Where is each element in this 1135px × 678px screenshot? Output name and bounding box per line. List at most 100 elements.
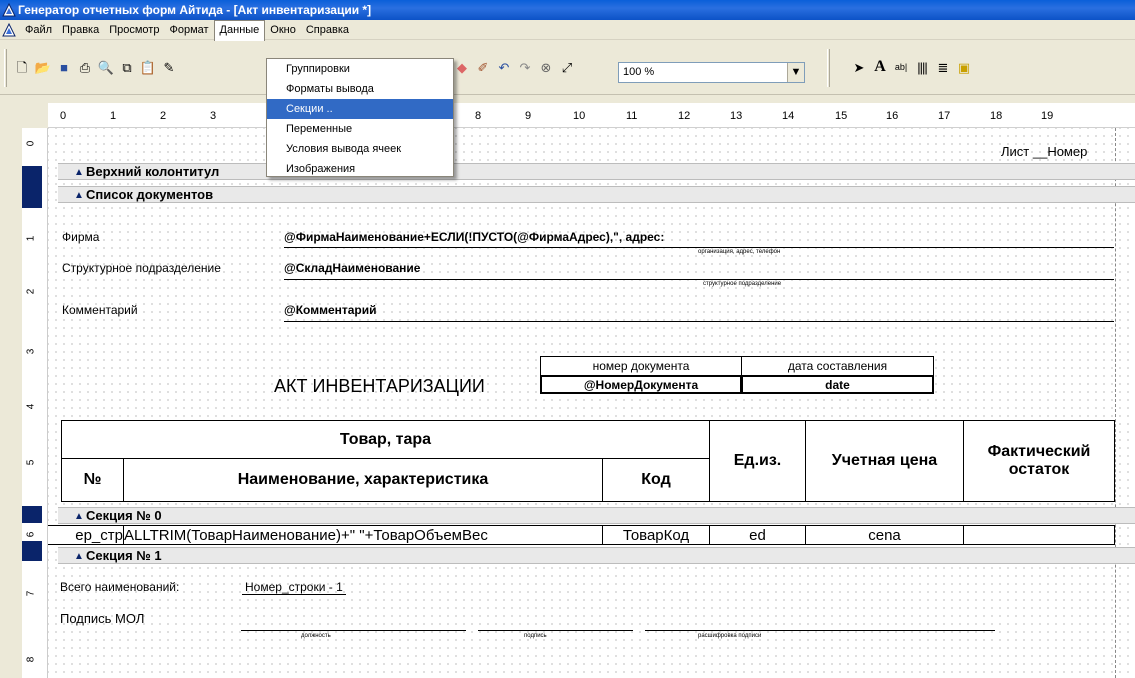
collapse-icon[interactable]: ▲ <box>74 509 84 525</box>
horizontal-ruler[interactable]: 0 1 2 3 8 9 10 11 12 13 14 15 16 17 18 1… <box>48 103 1135 128</box>
menu-view[interactable]: Просмотр <box>104 20 164 40</box>
collapse-icon[interactable]: ▲ <box>74 188 84 204</box>
row-fact-cell[interactable] <box>963 525 1115 545</box>
row-price-cell[interactable]: cena <box>805 525 964 545</box>
dept-label[interactable]: Структурное подразделение <box>62 261 221 275</box>
dept-field[interactable]: @СкладНаименование <box>284 261 420 275</box>
new-icon[interactable]: 🗋 <box>12 57 32 77</box>
stop-icon[interactable]: ⊗ <box>536 57 556 77</box>
ruler-mark: 16 <box>886 110 899 122</box>
col-price-header[interactable]: Учетная цена <box>805 420 964 502</box>
comment-label[interactable]: Комментарий <box>62 303 138 317</box>
ruler-mark: 9 <box>525 110 532 122</box>
firm-underline <box>284 247 1114 248</box>
band-doc-list[interactable]: ▲ Список документов <box>58 186 1135 203</box>
band-header[interactable]: ▲ Верхний колонтитул <box>58 163 1135 180</box>
row-name-cell[interactable]: ALLTRIM(ТоварНаименование)+" "+ТоварОбъе… <box>123 525 603 545</box>
band-section-1[interactable]: ▲ Секция № 1 <box>58 547 1135 564</box>
comment-field[interactable]: @Комментарий <box>284 303 377 317</box>
doc-title[interactable]: АКТ ИНВЕНТАРИЗАЦИИ <box>274 376 485 397</box>
redo-icon[interactable]: ↷ <box>515 57 535 77</box>
menu-format[interactable]: Формат <box>164 20 213 40</box>
preview-icon[interactable]: 🔍 <box>96 57 116 77</box>
collapse-icon[interactable]: ▲ <box>74 549 84 565</box>
zoom-icon[interactable]: ⤢ <box>557 57 577 77</box>
window-title: Генератор отчетных форм Айтида - [Акт ин… <box>18 3 372 17</box>
open-icon[interactable]: 📂 <box>33 57 53 77</box>
vertical-ruler[interactable]: 0 1 2 3 4 5 6 7 8 <box>22 128 48 678</box>
vruler-mark: 2 <box>25 288 37 295</box>
ruler-mark: 0 <box>60 110 67 122</box>
collapse-icon[interactable]: ▲ <box>74 165 84 181</box>
vruler-mark: 6 <box>25 531 37 538</box>
save-icon[interactable]: ■ <box>54 57 74 77</box>
doc-num-label[interactable]: номер документа <box>540 356 742 376</box>
row-code-cell[interactable]: ТоварКод <box>602 525 710 545</box>
vruler-mark: 7 <box>25 590 37 597</box>
decode-caption: расшифровка подписи <box>698 633 762 639</box>
doc-num-field[interactable]: @НомерДокумента <box>540 375 742 394</box>
menu-file[interactable]: Файл <box>20 20 57 40</box>
menu-item-sections[interactable]: Секции .. <box>267 99 453 119</box>
fill-icon[interactable]: ✐ <box>473 57 493 77</box>
ruler-mark: 3 <box>210 110 217 122</box>
color-icon[interactable]: ◆ <box>452 57 472 77</box>
ruler-mark: 14 <box>782 110 795 122</box>
doc-date-label[interactable]: дата составления <box>741 356 934 376</box>
document-icon[interactable] <box>2 23 16 37</box>
field-tool-icon[interactable]: ab| <box>891 57 911 77</box>
toolbar-grip-2[interactable] <box>827 49 830 87</box>
print-icon[interactable]: ⎙ <box>75 57 95 77</box>
zoom-select[interactable]: 100 % ▼ <box>618 62 805 83</box>
menu-window[interactable]: Окно <box>265 20 301 40</box>
row-num-cell[interactable]: ер_стр <box>48 525 124 545</box>
signature-caption: подпись <box>524 633 547 639</box>
format-brush-icon[interactable]: ✎ <box>159 57 179 77</box>
menu-help[interactable]: Справка <box>301 20 354 40</box>
col-goods-header[interactable]: Товар, тара <box>61 420 710 458</box>
pointer-icon[interactable]: ➤ <box>849 57 869 77</box>
lock-icon[interactable]: ▣ <box>954 57 974 77</box>
paste-icon[interactable]: 📋 <box>138 57 158 77</box>
dept-underline <box>284 279 1114 280</box>
total-label[interactable]: Всего наименований: <box>60 580 179 594</box>
ruler-mark: 19 <box>1041 110 1054 122</box>
copy-icon[interactable]: ⧉ <box>117 57 137 77</box>
doc-date-field[interactable]: date <box>741 375 934 394</box>
col-code-header[interactable]: Код <box>602 458 710 502</box>
menu-item-images[interactable]: Изображения <box>267 159 453 179</box>
menu-item-groupings[interactable]: Группировки <box>267 59 453 79</box>
row-unit-cell[interactable]: ed <box>709 525 806 545</box>
decode-line <box>645 630 995 631</box>
firm-label[interactable]: Фирма <box>62 230 99 244</box>
text-tool-icon[interactable]: A <box>870 57 890 77</box>
firm-field[interactable]: @ФирмаНаименование+ЕСЛИ(!ПУСТО(@ФирмаАдр… <box>284 230 664 244</box>
sign-label[interactable]: Подпись МОЛ <box>60 611 144 626</box>
col-num-header[interactable]: № <box>61 458 124 502</box>
menu-item-cell-conditions[interactable]: Условия вывода ячеек <box>267 139 453 159</box>
band-section-0[interactable]: ▲ Секция № 0 <box>58 507 1135 524</box>
menu-data[interactable]: Данные <box>213 20 266 41</box>
vruler-mark: 1 <box>25 235 37 242</box>
ruler-corner <box>22 103 48 128</box>
undo-icon[interactable]: ↶ <box>494 57 514 77</box>
ruler-mark: 1 <box>110 110 117 122</box>
app-icon <box>2 3 16 17</box>
position-line <box>241 630 466 631</box>
page-margin-line <box>1115 128 1117 678</box>
col-name-header[interactable]: Наименование, характеристика <box>123 458 603 502</box>
lines-icon[interactable]: ≣ <box>933 57 953 77</box>
menu-edit[interactable]: Правка <box>57 20 104 40</box>
barcode-icon[interactable]: |||| <box>912 57 932 77</box>
col-fact-header[interactable]: Фактический остаток <box>963 420 1115 502</box>
signature-line <box>478 630 633 631</box>
menu-item-output-formats[interactable]: Форматы вывода <box>267 79 453 99</box>
toolbar-grip[interactable] <box>4 49 7 87</box>
chevron-down-icon[interactable]: ▼ <box>787 63 804 82</box>
sheet-number-field[interactable]: Лист __Номер <box>1001 144 1087 159</box>
col-unit-header[interactable]: Ед.из. <box>709 420 806 502</box>
report-canvas[interactable]: Лист __Номер ▲ Верхний колонтитул ▲ Список… <box>48 128 1135 678</box>
total-field[interactable]: Номер_строки - 1 <box>242 580 346 595</box>
menu-item-variables[interactable]: Переменные <box>267 119 453 139</box>
band-marker <box>22 506 42 523</box>
